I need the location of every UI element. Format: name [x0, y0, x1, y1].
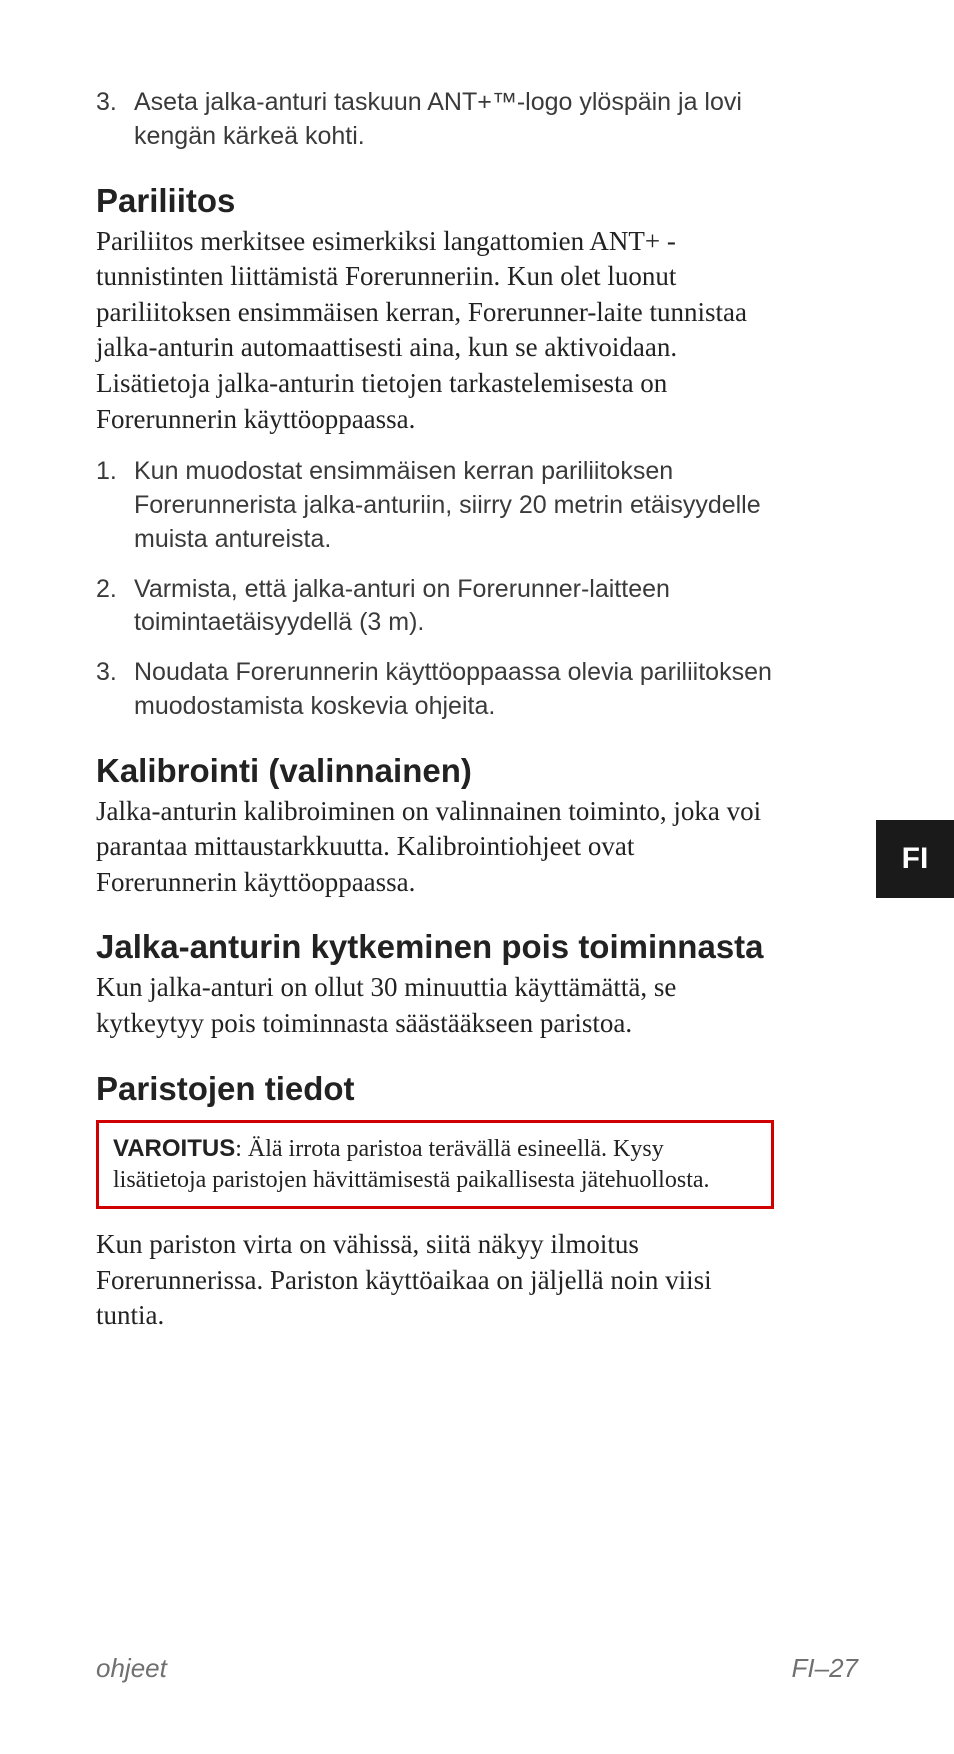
- body-pariliitos: Pariliitos merkitsee esimerkiksi langatt…: [96, 224, 774, 438]
- list-text: Noudata Forerunnerin käyttöoppaassa olev…: [134, 656, 774, 724]
- footer-right: FI–27: [792, 1653, 859, 1684]
- page-footer: ohjeet FI–27: [96, 1653, 858, 1684]
- list-number: 3.: [96, 86, 134, 154]
- heading-pariliitos: Pariliitos: [96, 182, 774, 220]
- heading-kytkeminen: Jalka-anturin kytkeminen pois toimin­nas…: [96, 928, 774, 966]
- list-text: Aseta jalka-anturi taskuun ANT+™-logo yl…: [134, 86, 774, 154]
- list-number: 2.: [96, 573, 134, 641]
- list-text: Kun muodostat ensimmäisen kerran parilii…: [134, 455, 774, 556]
- list-number: 1.: [96, 455, 134, 556]
- body-kalibrointi: Jalka-anturin kalibroiminen on valinnain…: [96, 794, 774, 901]
- list-text: Varmista, että jalka-anturi on Forerunne…: [134, 573, 774, 641]
- footer-left: ohjeet: [96, 1653, 167, 1684]
- list-item-3: 3. Aseta jalka-anturi taskuun ANT+™-logo…: [96, 86, 774, 154]
- body-kytkeminen: Kun jalka-anturi on ollut 30 minuuttia k…: [96, 970, 774, 1041]
- heading-kalibrointi: Kalibrointi (valinnainen): [96, 752, 774, 790]
- step-3: 3. Noudata Forerunnerin käyttöoppaassa o…: [96, 656, 774, 724]
- heading-paristojen: Paristojen tiedot: [96, 1070, 774, 1108]
- warning-label: VAROITUS: [113, 1135, 235, 1162]
- language-tab: FI: [876, 820, 954, 898]
- warning-box: VAROITUS: Älä irrota paristoa terävällä …: [96, 1120, 774, 1209]
- body-paristojen: Kun pariston virta on vähissä, siitä näk…: [96, 1227, 774, 1334]
- step-1: 1. Kun muodostat ensimmäisen kerran pari…: [96, 455, 774, 556]
- list-number: 3.: [96, 656, 134, 724]
- pariliitos-steps: 1. Kun muodostat ensimmäisen kerran pari…: [96, 455, 774, 723]
- step-2: 2. Varmista, että jalka-anturi on Foreru…: [96, 573, 774, 641]
